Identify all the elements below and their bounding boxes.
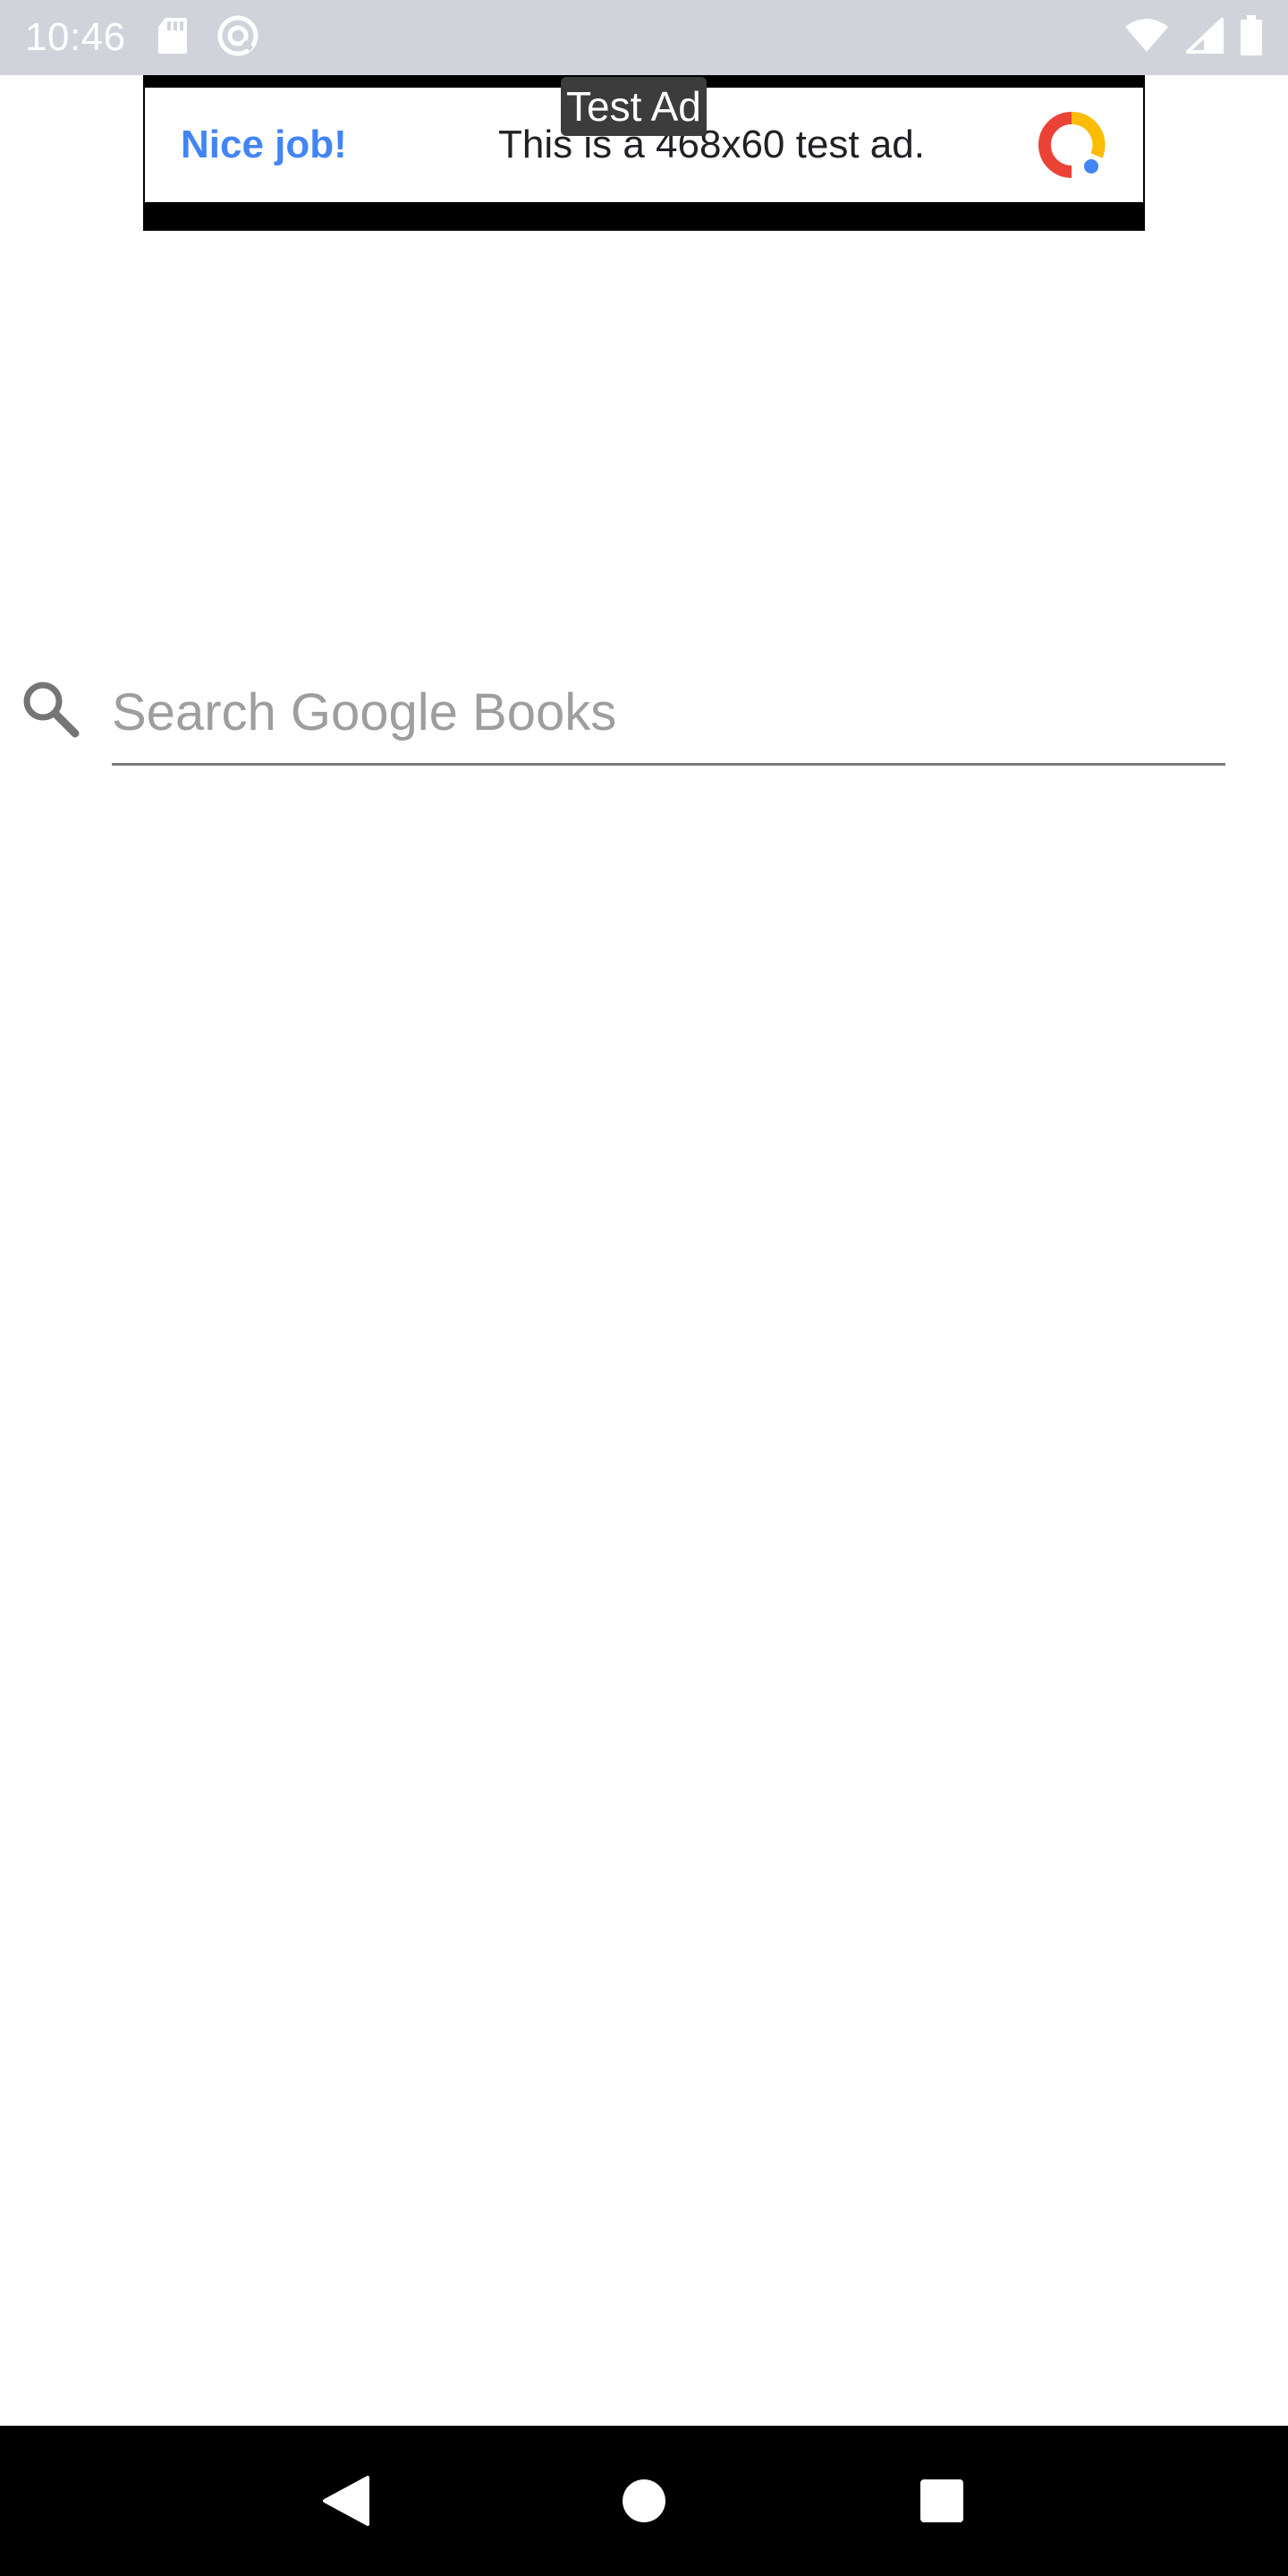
status-bar: 10:46 — [0, 0, 1288, 75]
google-ads-logo-icon[interactable] — [1036, 109, 1107, 181]
home-icon[interactable] — [613, 2470, 675, 2532]
status-time: 10:46 — [25, 15, 126, 59]
signal-icon — [1182, 14, 1224, 58]
back-icon[interactable] — [315, 2470, 377, 2532]
navigation-bar — [0, 2426, 1288, 2576]
data-saver-icon — [216, 13, 260, 63]
search-icon — [20, 678, 80, 739]
test-ad-badge: Test Ad — [561, 77, 707, 136]
status-notification-icons — [157, 13, 260, 63]
sd-card-icon — [157, 16, 189, 60]
ad-cta-link[interactable]: Nice job! — [181, 123, 498, 167]
recents-icon[interactable] — [911, 2470, 973, 2532]
search-row — [0, 662, 1288, 769]
status-system-icons — [1123, 14, 1263, 61]
ad-banner[interactable]: Nice job! This is a 468x60 test ad. Test… — [143, 75, 1145, 231]
search-input[interactable] — [112, 662, 1225, 766]
battery-icon — [1240, 14, 1263, 61]
wifi-icon — [1123, 18, 1170, 58]
